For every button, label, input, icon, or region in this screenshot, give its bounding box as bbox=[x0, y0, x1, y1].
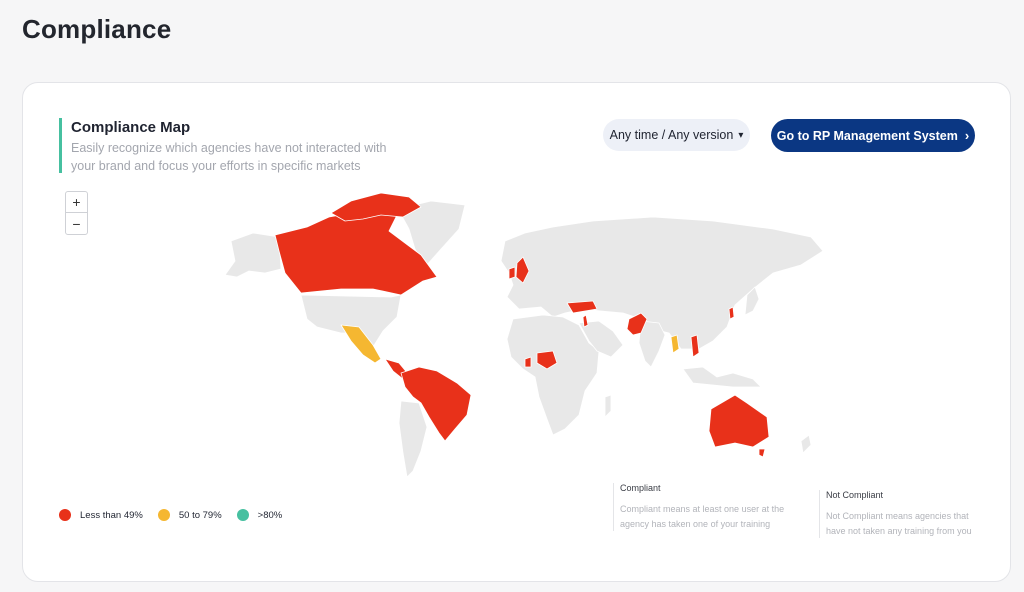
legend-label: >80% bbox=[257, 509, 283, 521]
time-version-filter[interactable]: Any time / Any version ▾ bbox=[603, 119, 750, 151]
ghana[interactable] bbox=[524, 356, 532, 368]
page-title: Compliance bbox=[22, 14, 172, 44]
not-compliant-title: Not Compliant bbox=[826, 490, 884, 500]
compliance-card: Compliance Map Easily recognize which ag… bbox=[22, 82, 1011, 582]
chevron-right-icon: › bbox=[964, 128, 970, 143]
israel[interactable] bbox=[582, 314, 589, 328]
compliant-title: Compliant bbox=[620, 483, 661, 493]
compliance-map-subtitle: Easily recognize which agencies have not… bbox=[71, 141, 387, 173]
south-korea[interactable] bbox=[728, 306, 735, 320]
not-compliant-info: Not Compliant Not Compliant means agenci… bbox=[819, 490, 989, 538]
not-compliant-description: Not Compliant means agencies that have n… bbox=[826, 511, 972, 536]
legend-item: >80% bbox=[236, 509, 283, 521]
world-map[interactable] bbox=[213, 191, 833, 481]
zoom-in-button[interactable]: + bbox=[66, 192, 87, 213]
rp-management-button[interactable]: Go to RP Management System › bbox=[771, 119, 975, 152]
legend-item: 50 to 79% bbox=[157, 509, 222, 521]
madagascar[interactable] bbox=[604, 394, 612, 418]
legend-dot-yellow bbox=[157, 509, 170, 521]
south-america-west[interactable] bbox=[398, 400, 428, 478]
indonesia[interactable] bbox=[682, 366, 762, 388]
legend-item: Less than 49% bbox=[59, 509, 143, 521]
legend: Less than 49% 50 to 79% >80% bbox=[59, 509, 297, 521]
zoom-out-button[interactable]: − bbox=[66, 213, 87, 234]
australia[interactable] bbox=[708, 394, 770, 448]
turkey[interactable] bbox=[566, 300, 598, 314]
new-zealand[interactable] bbox=[800, 434, 812, 454]
compliance-map-title: Compliance Map bbox=[71, 119, 191, 136]
legend-dot-green bbox=[236, 509, 249, 521]
time-version-filter-label: Any time / Any version bbox=[609, 128, 734, 142]
legend-label: 50 to 79% bbox=[178, 509, 222, 521]
tasmania[interactable] bbox=[758, 448, 766, 458]
map-zoom-control: + − bbox=[65, 191, 88, 235]
rp-management-button-label: Go to RP Management System bbox=[776, 128, 958, 143]
legend-dot-red bbox=[59, 509, 71, 521]
compliance-map-header: Compliance Map Easily recognize which ag… bbox=[59, 118, 409, 173]
legend-label: Less than 49% bbox=[80, 509, 143, 521]
compliant-description: Compliant means at least one user at the… bbox=[620, 504, 785, 529]
alaska[interactable] bbox=[224, 232, 282, 278]
ireland[interactable] bbox=[508, 266, 516, 280]
chevron-down-icon: ▾ bbox=[738, 129, 744, 141]
compliant-info: Compliant Compliant means at least one u… bbox=[613, 483, 791, 531]
